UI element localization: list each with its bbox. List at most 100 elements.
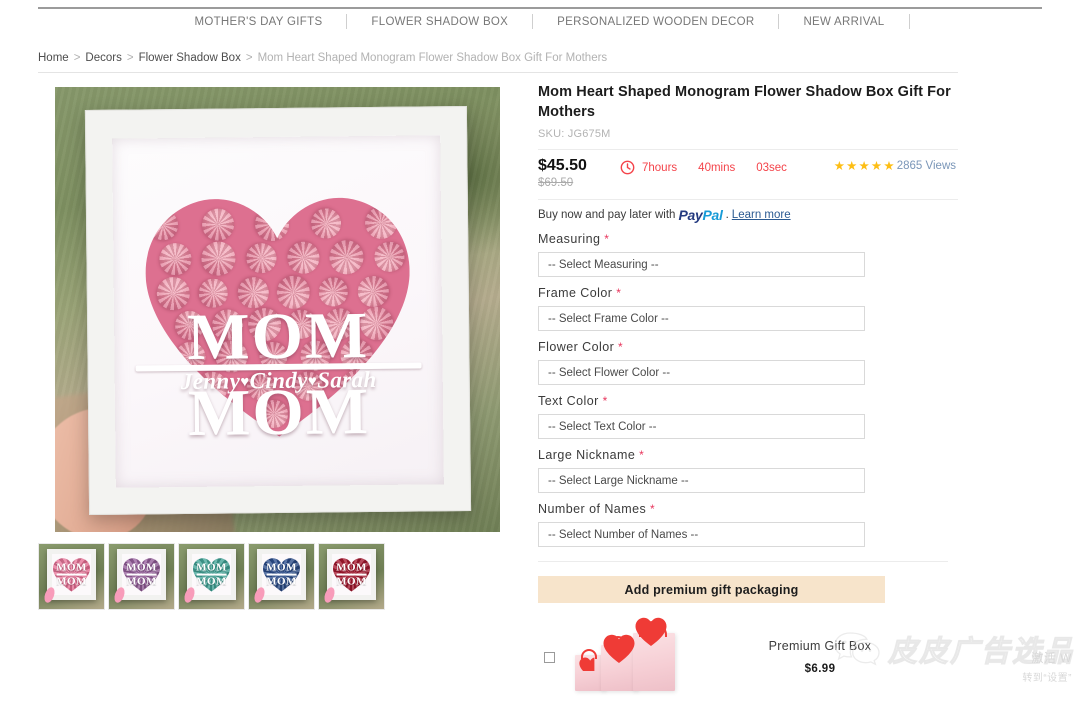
required-asterisk: * — [646, 502, 656, 516]
windows-activation-notice: 激活 W 转到“设置” — [1022, 649, 1072, 684]
shadow-box-frame: MOM Jenny♥Cindy♥Sarah MOM — [84, 106, 472, 515]
thumbnail-darkred-variant[interactable]: MOM MOM — [318, 543, 385, 610]
thumbnail-frame-interior: MOM MOM — [332, 554, 371, 595]
detail-divider-price — [538, 199, 958, 200]
option-select-value: -- Select Measuring -- — [548, 258, 659, 271]
nav-item-new-arrival[interactable]: NEW ARRIVAL — [779, 16, 908, 28]
option-label-text-color: Text Color * — [538, 394, 958, 408]
option-label-number-of-names: Number of Names * — [538, 502, 958, 516]
main-product-image[interactable]: MOM Jenny♥Cindy♥Sarah MOM — [55, 87, 500, 532]
breadcrumb-divider — [38, 72, 958, 73]
option-select-number-of-names[interactable]: -- Select Number of Names -- — [538, 522, 865, 547]
breadcrumb-item-current: Mom Heart Shaped Monogram Flower Shadow … — [257, 52, 608, 64]
price-block: $45.50 $69.50 — [538, 157, 620, 189]
countdown-seconds: 03sec — [756, 161, 787, 174]
option-field-flower-color: Flower Color * -- Select Flower Color -- — [538, 340, 958, 385]
activation-line-2: 转到“设置” — [1022, 673, 1072, 684]
option-select-large-nickname[interactable]: -- Select Large Nickname -- — [538, 468, 865, 493]
option-select-value: -- Select Text Color -- — [548, 420, 657, 433]
paypal-learn-more-link[interactable]: Learn more — [732, 209, 791, 221]
thumbnail-monogram: MOM MOM — [196, 561, 227, 588]
rose-heart-arrangement: MOM Jenny♥Cindy♥Sarah MOM — [135, 191, 422, 450]
premium-gift-box-name: Premium Gift Box — [768, 639, 872, 653]
activation-line-1: 激活 W — [1031, 651, 1072, 665]
option-select-frame-color[interactable]: -- Select Frame Color -- — [538, 306, 865, 331]
paper-rose — [323, 234, 370, 281]
star-rating-icon: ★★★★★ — [833, 159, 896, 173]
option-label-text: Flower Color — [538, 340, 615, 354]
premium-gift-box-checkbox[interactable] — [544, 651, 555, 663]
option-label-text: Frame Color — [538, 286, 613, 300]
rating-and-views: ★★★★★ 2865 Views — [834, 158, 956, 173]
option-field-number-of-names: Number of Names * -- Select Number of Nam… — [538, 502, 958, 547]
paper-rose — [363, 205, 399, 241]
countdown-hours: 7hours — [642, 161, 678, 174]
thumbnail-monogram: MOM MOM — [126, 561, 157, 588]
thumbnail-teal-variant[interactable]: MOM MOM — [178, 543, 245, 610]
option-label-measuring: Measuring * — [538, 232, 958, 246]
option-field-measuring: Measuring * -- Select Measuring -- — [538, 232, 958, 277]
paper-rose — [197, 237, 241, 281]
option-label-text: Large Nickname — [538, 448, 636, 462]
premium-gift-box-price: $6.99 — [804, 663, 836, 675]
thumbnail-monogram: MOM MOM — [336, 561, 367, 588]
paypal-suffix: . — [725, 209, 729, 221]
paypal-logo-part1: Pay — [678, 207, 703, 223]
nav-item-flower-shadow-box[interactable]: FLOWER SHADOW BOX — [347, 16, 532, 28]
thumbnail-frame-interior: MOM MOM — [262, 554, 301, 595]
paper-rose — [371, 239, 407, 275]
breadcrumb-item-decors[interactable]: Decors — [85, 52, 121, 64]
paper-rose — [155, 239, 197, 281]
option-field-text-color: Text Color * -- Select Text Color -- — [538, 394, 958, 439]
gift-bag-handle-small — [581, 649, 597, 659]
paper-rose — [148, 211, 178, 241]
premium-gift-box-info: Premium Gift Box $6.99 — [745, 639, 895, 675]
option-select-measuring[interactable]: -- Select Measuring -- — [538, 252, 865, 277]
add-premium-gift-packaging-banner[interactable]: Add premium gift packaging — [538, 576, 885, 603]
sku-value: JG675M — [567, 128, 611, 140]
thumbnail-pink-variant[interactable]: MOM MOM — [38, 543, 105, 610]
thumbnail-navy-variant[interactable]: MOM MOM — [248, 543, 315, 610]
thumbnail-purple-variant[interactable]: MOM MOM — [108, 543, 175, 610]
option-label-text: Number of Names — [538, 502, 647, 516]
option-select-value: -- Select Large Nickname -- — [548, 474, 689, 487]
premium-gift-box-image — [573, 621, 685, 693]
nav-item-personalized-wooden-decor[interactable]: PERSONALIZED WOODEN DECOR — [533, 16, 778, 28]
clock-icon — [620, 160, 635, 175]
option-label-text: Measuring — [538, 232, 601, 246]
option-select-value: -- Select Frame Color -- — [548, 312, 669, 325]
offer-countdown: 7hours 40mins 03sec — [620, 160, 787, 175]
option-select-value: -- Select Number of Names -- — [548, 528, 699, 541]
breadcrumb-item-flower-shadow-box[interactable]: Flower Shadow Box — [139, 52, 241, 64]
option-label-frame-color: Frame Color * — [538, 286, 958, 300]
required-asterisk: * — [635, 448, 645, 462]
option-select-text-color[interactable]: -- Select Text Color -- — [538, 414, 865, 439]
premium-gift-box-row: Premium Gift Box $6.99 — [538, 621, 958, 693]
breadcrumb-item-home[interactable]: Home — [38, 52, 69, 64]
option-label-large-nickname: Large Nickname * — [538, 448, 958, 462]
thumbnail-frame-interior: MOM MOM — [122, 554, 161, 595]
thumbnail-monogram: MOM MOM — [266, 561, 297, 588]
nav-item-mothers-day-gifts[interactable]: MOTHER'S DAY GIFTS — [170, 16, 346, 28]
thumbnail-strip: MOM MOM MOM MOM MOM MOM MOM MOM MOM MOM — [38, 543, 385, 610]
product-sku: SKU: JG675M — [538, 128, 958, 140]
option-select-flower-color[interactable]: -- Select Flower Color -- — [538, 360, 865, 385]
breadcrumb-separator: > — [126, 52, 134, 64]
thumbnail-monogram: MOM MOM — [56, 561, 87, 588]
product-title: Mom Heart Shaped Monogram Flower Shadow … — [538, 84, 951, 120]
paypal-promo: Buy now and pay later with PayPal. Learn… — [538, 207, 958, 223]
paper-rose — [284, 238, 324, 278]
required-asterisk: * — [612, 286, 622, 300]
option-select-value: -- Select Flower Color -- — [548, 366, 671, 379]
required-asterisk: * — [598, 394, 608, 408]
option-label-flower-color: Flower Color * — [538, 340, 958, 354]
paper-rose — [241, 239, 281, 279]
required-asterisk: * — [614, 340, 624, 354]
original-price: $69.50 — [538, 177, 574, 190]
thumbnail-frame-interior: MOM MOM — [192, 554, 231, 595]
paypal-logo: PayPal — [678, 207, 722, 223]
current-price: $45.50 — [538, 157, 587, 174]
price-and-offer-row: $45.50 $69.50 7hours 40mins 03sec ★★★★★ — [538, 150, 958, 190]
monogram-text-top: MOM — [186, 299, 370, 375]
breadcrumb-separator: > — [73, 52, 81, 64]
